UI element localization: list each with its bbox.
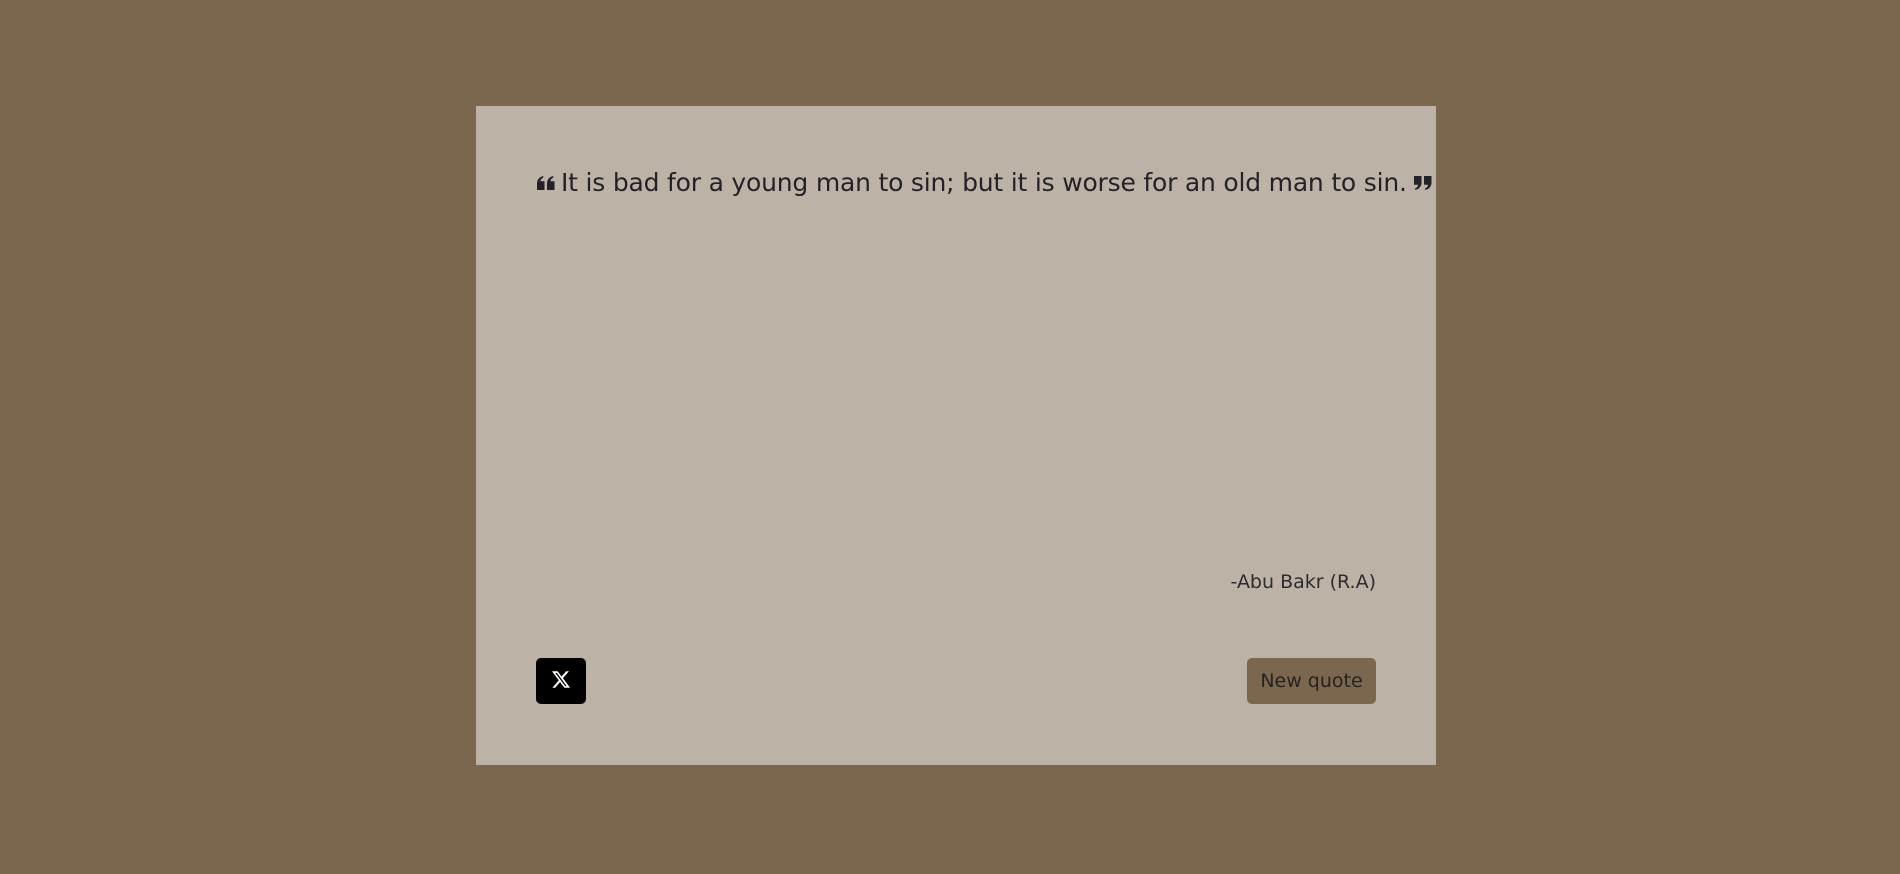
quote-right-icon bbox=[1413, 169, 1433, 197]
new-quote-button[interactable]: New quote bbox=[1247, 658, 1376, 704]
quote-line: It is bad for a young man to sin; but it… bbox=[536, 168, 1432, 198]
quote-author: -Abu Bakr (R.A) bbox=[1230, 571, 1377, 593]
quote-left-icon bbox=[536, 169, 556, 197]
quote-text: It is bad for a young man to sin; but it… bbox=[561, 168, 1407, 197]
tweet-button[interactable] bbox=[536, 658, 586, 704]
quote-card: It is bad for a young man to sin; but it… bbox=[476, 106, 1436, 765]
x-logo-icon bbox=[552, 670, 570, 692]
